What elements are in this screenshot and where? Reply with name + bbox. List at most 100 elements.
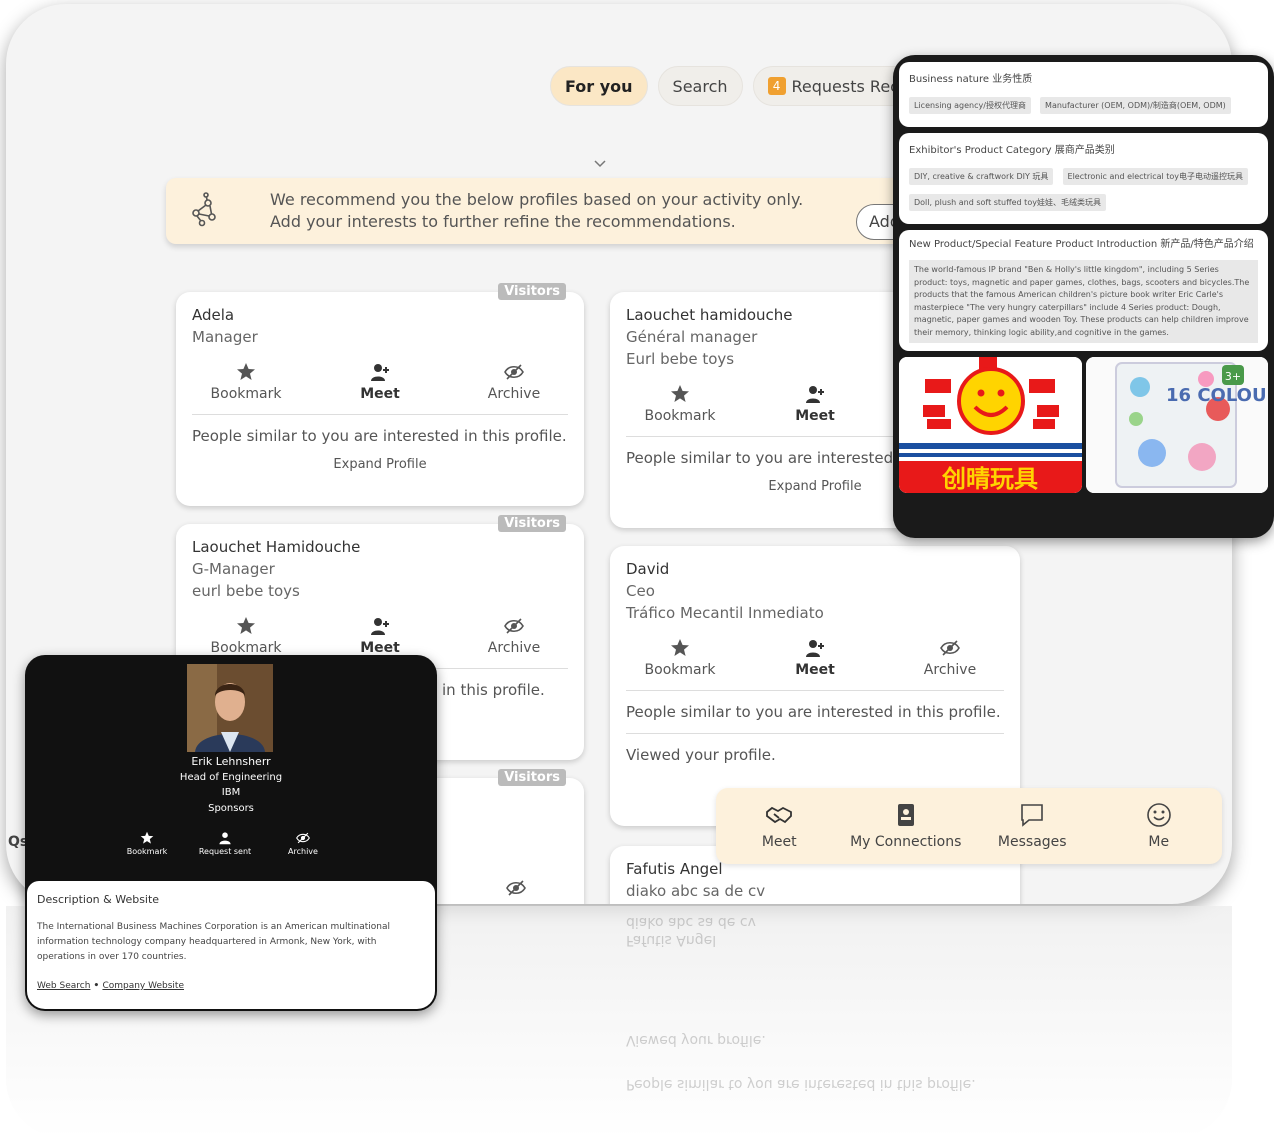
star-icon xyxy=(671,385,689,402)
banner-text: We recommend you the below profiles base… xyxy=(270,190,804,231)
card-actions: Bookmark Meet Archive xyxy=(626,638,1004,678)
tab-requests[interactable]: 4 Requests Rec xyxy=(752,66,914,106)
eye-slash-icon xyxy=(504,364,524,380)
profile-card[interactable]: David Ceo Tráfico Mecantil Inmediato Boo… xyxy=(610,546,1020,826)
visitors-badge: Visitors xyxy=(498,515,566,532)
business-nature-box: Business nature 业务性质 Licensing agency/授权… xyxy=(899,62,1268,127)
archive-button[interactable]: Archive xyxy=(474,616,554,656)
new-product-box: New Product/Special Feature Product Intr… xyxy=(899,230,1268,351)
product-category-title: Exhibitor's Product Category 展商产品类别 xyxy=(909,145,1115,156)
nav-messages[interactable]: Messages xyxy=(972,802,1092,850)
add-person-icon xyxy=(806,640,824,657)
profile-name: Adela xyxy=(192,306,235,324)
nav-meet[interactable]: Meet xyxy=(719,802,839,850)
eye-slash-icon xyxy=(296,832,310,844)
profile-note: People similar to you are interested in … xyxy=(192,427,567,445)
meet-button[interactable]: Meet xyxy=(340,362,420,402)
sponsor-profile-panel: Erik Lehnsherr Head of Engineering IBM S… xyxy=(25,655,437,1011)
message-icon xyxy=(1021,804,1044,827)
archive-button[interactable]: Archive xyxy=(910,638,990,678)
pack-text: 16 COLOUR PACK xyxy=(1166,385,1269,406)
star-icon xyxy=(671,639,689,656)
person-icon xyxy=(219,832,231,845)
star-icon xyxy=(237,617,255,634)
smiley-icon xyxy=(1146,803,1171,827)
add-person-icon xyxy=(806,386,824,403)
divider xyxy=(626,733,1004,734)
profile-company: Tráfico Mecantil Inmediato xyxy=(626,604,824,622)
profile-name: David xyxy=(626,560,670,578)
card-actions: Bookmark Meet Archive xyxy=(192,616,568,656)
age-badge: 3+ xyxy=(1224,370,1240,383)
visitors-badge: Visitors xyxy=(498,283,566,300)
reflection-text: Fafutis Angel xyxy=(626,932,717,948)
profile-role: Manager xyxy=(192,328,258,346)
business-chip: Manufacturer (OEM, ODM)/制造商(OEM, ODM) xyxy=(1040,97,1231,114)
colour-pack-thumbnail[interactable]: 16 COLOUR PACK 3+ xyxy=(1085,357,1269,493)
eye-slash-icon xyxy=(504,618,524,634)
sun-logo-icon: 创晴玩具 xyxy=(899,357,1082,493)
meet-button[interactable]: Meet xyxy=(775,638,855,678)
category-chip: DIY, creative & craftwork DIY 玩具 xyxy=(909,168,1054,185)
bookmark-button[interactable]: Bookmark xyxy=(640,384,720,424)
eye-slash-icon xyxy=(506,880,526,896)
reflection-text: diako abc sa de cv xyxy=(626,914,756,930)
web-search-link[interactable]: Web Search xyxy=(37,981,90,991)
profile-card[interactable]: Visitors Adela Manager Bookmark Meet Arc… xyxy=(176,283,584,506)
description-title: Description & Website xyxy=(37,893,160,906)
meet-button[interactable]: Meet xyxy=(775,384,855,424)
eye-slash-icon xyxy=(940,640,960,656)
nav-me[interactable]: Me xyxy=(1099,802,1219,850)
top-tabs: For you Search 4 Requests Rec xyxy=(550,66,914,106)
sponsor-company: IBM xyxy=(221,787,241,798)
handshake-icon xyxy=(766,806,793,824)
tab-for-you[interactable]: For you xyxy=(550,66,648,106)
divider xyxy=(192,414,568,415)
nav-my-connections[interactable]: My Connections xyxy=(846,802,966,850)
company-website-link[interactable]: Company Website xyxy=(102,981,184,991)
star-icon xyxy=(140,831,154,844)
bookmark-button[interactable]: Bookmark xyxy=(640,638,720,678)
product-detail-panel: Business nature 业务性质 Licensing agency/授权… xyxy=(893,55,1274,538)
new-product-description: The world-famous IP brand "Ben & Holly's… xyxy=(909,260,1258,343)
bookmark-button[interactable]: Bookmark xyxy=(206,616,286,656)
request-sent-button[interactable]: Request sent xyxy=(195,831,255,856)
bookmark-button[interactable]: Bookmark xyxy=(206,362,286,402)
divider xyxy=(626,690,1004,691)
new-product-title: New Product/Special Feature Product Intr… xyxy=(909,239,1254,250)
tab-search[interactable]: Search xyxy=(657,66,743,106)
description-text: The International Business Machines Corp… xyxy=(37,922,390,962)
viewed-profile-note: Viewed your profile. xyxy=(626,746,776,764)
chevron-down-icon[interactable] xyxy=(592,156,608,172)
visitors-badge: Visitors xyxy=(498,769,566,786)
meet-button[interactable]: Meet xyxy=(340,616,420,656)
archive-button[interactable]: Archive xyxy=(474,362,554,402)
description-links: Web Search • Company Website xyxy=(37,981,425,991)
product-category-box: Exhibitor's Product Category 展商产品类别 DIY,… xyxy=(899,133,1268,224)
profile-note: People similar to you are interested in … xyxy=(626,703,1001,721)
contacts-book-icon xyxy=(897,804,914,826)
add-person-icon xyxy=(371,618,389,635)
bookmark-button[interactable]: Bookmark xyxy=(117,831,177,856)
logo-lettering: 创晴玩具 xyxy=(941,465,1038,493)
sponsor-actions: Bookmark Request sent Archive xyxy=(117,831,333,856)
card-actions: Bookmark Meet Archive xyxy=(192,362,568,402)
category-chip: Doll, plush and soft stuffed toy娃娃、毛绒类玩具 xyxy=(909,194,1106,211)
portrait-image xyxy=(187,664,273,752)
avatar xyxy=(187,664,273,752)
link-separator: • xyxy=(90,981,103,991)
brand-logo-thumbnail[interactable]: 创晴玩具 xyxy=(899,357,1082,493)
profile-name: Laouchet Hamidouche xyxy=(192,538,361,556)
bottom-navigation: Meet My Connections Messages Me xyxy=(716,788,1222,864)
sponsor-role: Head of Engineering xyxy=(179,772,283,783)
business-nature-title: Business nature 业务性质 xyxy=(909,74,1033,85)
add-person-icon xyxy=(371,364,389,381)
profile-company: eurl bebe toys xyxy=(192,582,300,600)
category-chip: Electronic and electrical toy电子电动遥控玩具 xyxy=(1062,168,1249,185)
network-icon xyxy=(192,192,216,227)
archive-button[interactable]: Archive xyxy=(273,831,333,856)
expand-profile-link[interactable]: Expand Profile xyxy=(192,457,568,472)
sponsor-tag: Sponsors xyxy=(208,803,254,814)
reflection-text: Viewed your profile. xyxy=(626,1032,766,1048)
business-chip: Licensing agency/授权代理商 xyxy=(909,97,1031,114)
